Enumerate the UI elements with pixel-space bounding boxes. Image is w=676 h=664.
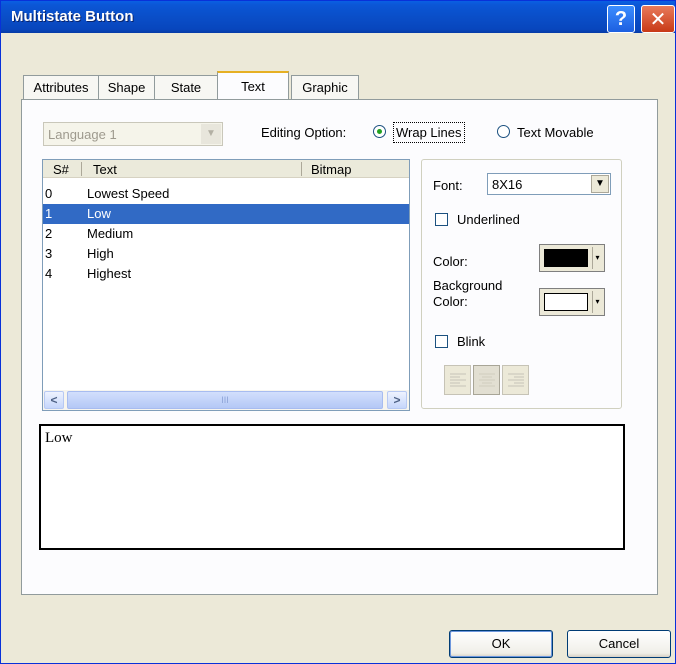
language-value: Language 1 <box>48 127 117 142</box>
preview-text: Low <box>45 430 73 446</box>
text-preview[interactable]: Low <box>39 424 625 550</box>
help-button[interactable]: ? <box>607 5 635 33</box>
scroll-right-button[interactable]: > <box>387 391 407 409</box>
cancel-button[interactable]: Cancel <box>567 630 671 658</box>
close-button[interactable]: ✕ <box>641 5 675 33</box>
list-row[interactable]: 1 Low <box>43 204 409 224</box>
row-number: 1 <box>45 206 53 221</box>
color-swatch <box>544 293 588 311</box>
title-bar: Multistate Button ? ✕ <box>1 1 675 33</box>
tab-graphic[interactable]: Graphic <box>291 75 359 99</box>
color-swatch <box>544 249 588 267</box>
horizontal-scrollbar[interactable]: < III > <box>43 390 409 410</box>
grip-icon: III <box>221 395 229 405</box>
state-text-list[interactable]: S# Text Bitmap 0 Lowest Speed 1 Low 2 Me… <box>42 159 410 411</box>
tab-label: State <box>170 80 202 95</box>
tab-label: Shape <box>107 80 146 95</box>
tab-shape[interactable]: Shape <box>98 75 155 99</box>
window-title: Multistate Button <box>11 8 134 25</box>
list-row[interactable]: 3 High <box>43 244 409 264</box>
text-movable-radio[interactable] <box>497 125 510 138</box>
column-divider[interactable] <box>301 162 302 176</box>
list-row[interactable]: 4 Highest <box>43 264 409 284</box>
column-header-number[interactable]: S# <box>53 162 69 177</box>
list-row[interactable]: 0 Lowest Speed <box>43 184 409 204</box>
help-icon: ? <box>614 7 628 30</box>
ok-button[interactable]: OK <box>449 630 553 658</box>
row-number: 0 <box>45 186 53 201</box>
background-color-picker[interactable]: ▾ <box>539 288 605 316</box>
row-number: 3 <box>45 246 53 261</box>
language-combobox[interactable]: Language 1 ▼ <box>43 122 223 146</box>
tab-label: Text <box>241 79 265 94</box>
close-icon: ✕ <box>649 8 667 31</box>
background-color-label-line1: Background <box>433 278 503 293</box>
scroll-left-button[interactable]: < <box>44 391 64 409</box>
chevron-down-icon: ▼ <box>591 175 609 193</box>
chevron-down-icon: ▾ <box>592 247 602 269</box>
row-text: Low <box>87 206 111 221</box>
wrap-lines-label[interactable]: Wrap Lines <box>393 122 465 143</box>
row-text: Highest <box>87 266 132 281</box>
font-label: Font: <box>433 178 463 193</box>
editing-option-label: Editing Option: <box>261 125 347 140</box>
row-text: High <box>87 246 114 261</box>
dialog-window: Multistate Button ? ✕ Attributes Shape S… <box>0 0 676 664</box>
font-value: 8X16 <box>492 177 523 192</box>
color-label: Color: <box>433 254 468 269</box>
chevron-left-icon: < <box>50 393 58 407</box>
font-combobox[interactable]: 8X16 ▼ <box>487 173 611 195</box>
scrollbar-thumb[interactable]: III <box>67 391 383 409</box>
wrap-lines-radio[interactable] <box>373 125 386 138</box>
background-color-label-line2: Color: <box>433 294 468 309</box>
column-divider[interactable] <box>81 162 82 176</box>
tab-state[interactable]: State <box>154 75 218 99</box>
blink-checkbox[interactable] <box>435 335 448 348</box>
blink-label[interactable]: Blink <box>457 334 485 349</box>
text-color-picker[interactable]: ▾ <box>539 244 605 272</box>
list-row[interactable]: 2 Medium <box>43 224 409 244</box>
underlined-label[interactable]: Underlined <box>457 212 520 227</box>
tab-text[interactable]: Text <box>217 71 289 100</box>
chevron-down-icon: ▼ <box>201 124 221 144</box>
column-header-bitmap[interactable]: Bitmap <box>311 162 351 177</box>
row-number: 2 <box>45 226 53 241</box>
list-header: S# Text Bitmap <box>43 160 409 178</box>
chevron-down-icon: ▾ <box>592 291 602 313</box>
tab-label: Graphic <box>302 80 348 95</box>
text-movable-label[interactable]: Text Movable <box>517 125 594 140</box>
align-center-icon <box>478 372 495 388</box>
underlined-checkbox[interactable] <box>435 213 448 226</box>
column-header-text[interactable]: Text <box>93 162 117 177</box>
alignment-toolbar <box>444 365 530 395</box>
chevron-right-icon: > <box>393 393 401 407</box>
align-left-icon <box>449 372 466 388</box>
row-number: 4 <box>45 266 53 281</box>
align-right-icon <box>507 372 524 388</box>
row-text: Medium <box>87 226 134 241</box>
align-right-button[interactable] <box>502 365 529 395</box>
tab-attributes[interactable]: Attributes <box>23 75 99 99</box>
tab-label: Attributes <box>33 80 89 95</box>
align-left-button[interactable] <box>444 365 471 395</box>
align-center-button[interactable] <box>473 365 500 395</box>
row-text: Lowest Speed <box>87 186 170 201</box>
